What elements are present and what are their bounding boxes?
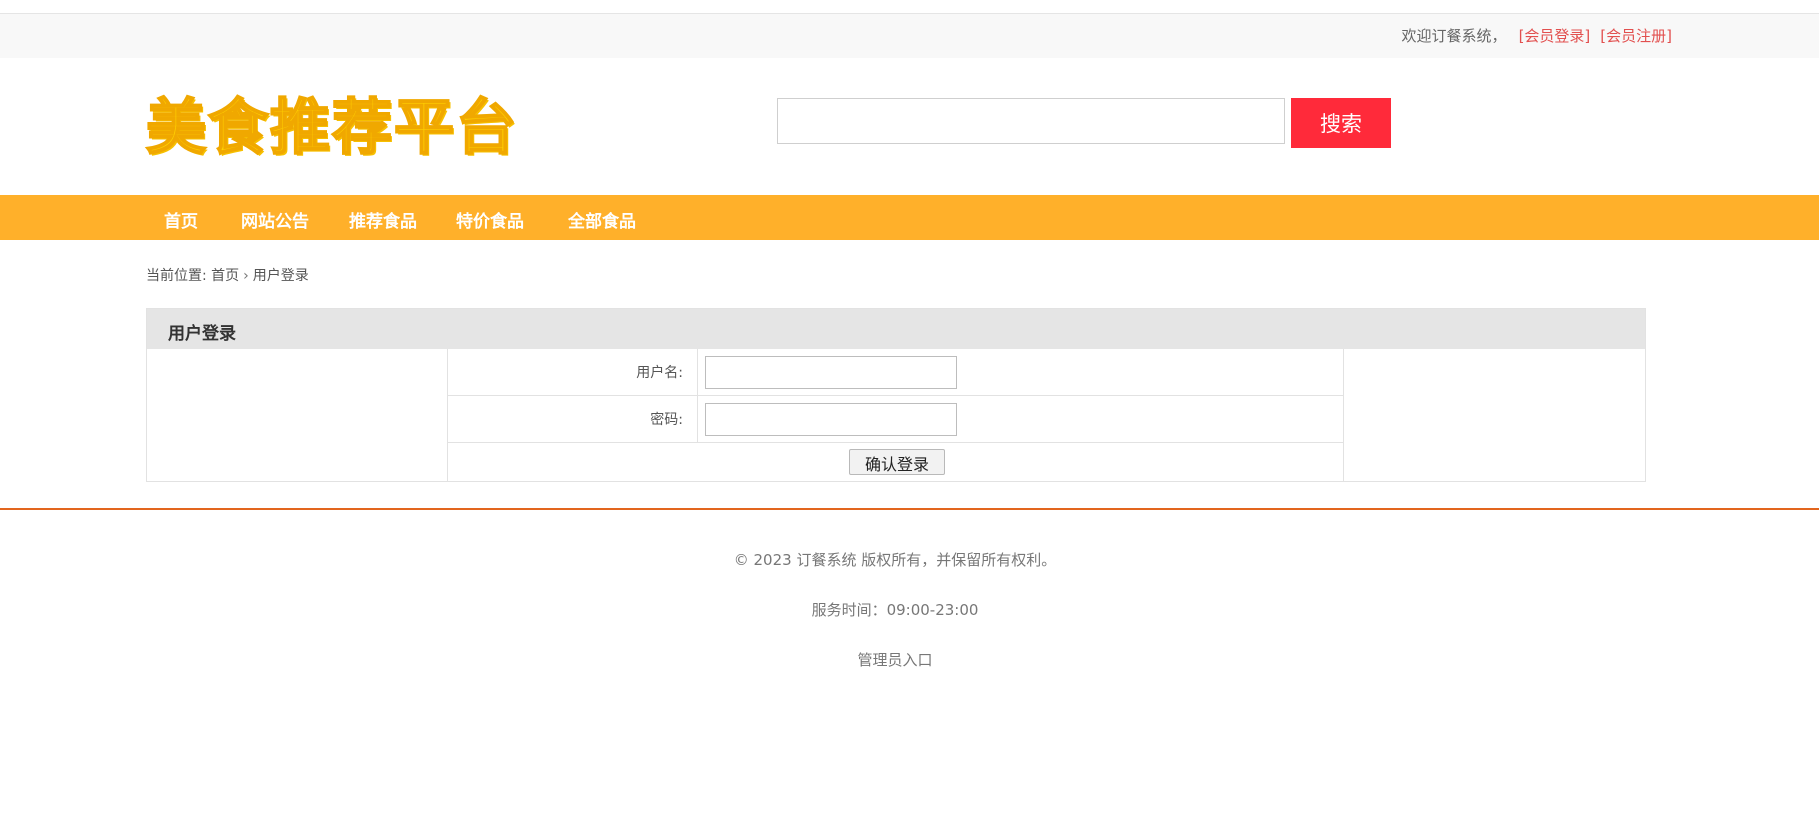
breadcrumb-separator-icon: › [243, 268, 249, 284]
nav-item-recommended[interactable]: 推荐食品 [349, 207, 417, 232]
password-input[interactable] [705, 403, 957, 436]
nav-item-home[interactable]: 首页 [164, 207, 198, 232]
footer-divider [0, 508, 1819, 510]
login-panel-header: 用户登录 [147, 309, 1645, 349]
login-panel: 用户登录 用户名: 密码: 确认登录 [146, 308, 1646, 482]
nav-item-announcements[interactable]: 网站公告 [241, 207, 309, 232]
admin-entry-link[interactable]: 管理员入口 [0, 649, 1790, 670]
password-row: 密码: [448, 396, 1343, 443]
breadcrumb-home[interactable]: 首页 [211, 268, 239, 284]
username-row: 用户名: [448, 349, 1343, 396]
nav-item-specials[interactable]: 特价食品 [456, 207, 524, 232]
welcome-area: 欢迎订餐系统， [会员登录] [会员注册] [1402, 25, 1672, 46]
member-register-link[interactable]: [会员注册] [1600, 27, 1672, 45]
submit-row: 确认登录 [448, 443, 1343, 482]
login-form: 用户名: 密码: 确认登录 [447, 349, 1344, 482]
confirm-login-button[interactable]: 确认登录 [849, 449, 945, 475]
main-nav: 首页 网站公告 推荐食品 特价食品 全部食品 [0, 195, 1819, 240]
password-label: 密码: [448, 396, 698, 442]
username-label: 用户名: [448, 349, 698, 395]
search-input[interactable] [777, 98, 1285, 144]
breadcrumb-prefix: 当前位置: [146, 268, 207, 284]
logo-text: 美食推荐平台 [145, 92, 518, 164]
breadcrumb-current: 用户登录 [252, 268, 309, 284]
footer-service-hours: 服务时间：09:00-23:00 [811, 601, 979, 619]
search-button[interactable]: 搜索 [1291, 98, 1391, 148]
breadcrumb: 当前位置: 首页 › 用户登录 [146, 265, 309, 285]
top-bar: 欢迎订餐系统， [会员登录] [会员注册] [0, 13, 1819, 58]
username-input[interactable] [705, 356, 957, 389]
nav-item-all-food[interactable]: 全部食品 [568, 207, 636, 232]
login-panel-title: 用户登录 [168, 324, 236, 344]
welcome-text: 欢迎订餐系统， [1401, 27, 1507, 45]
site-logo[interactable]: 美食推荐平台 [145, 86, 546, 164]
footer-copyright: © 2023 订餐系统 版权所有，并保留所有权利。 [733, 551, 1057, 569]
member-login-link[interactable]: [会员登录] [1519, 27, 1591, 45]
